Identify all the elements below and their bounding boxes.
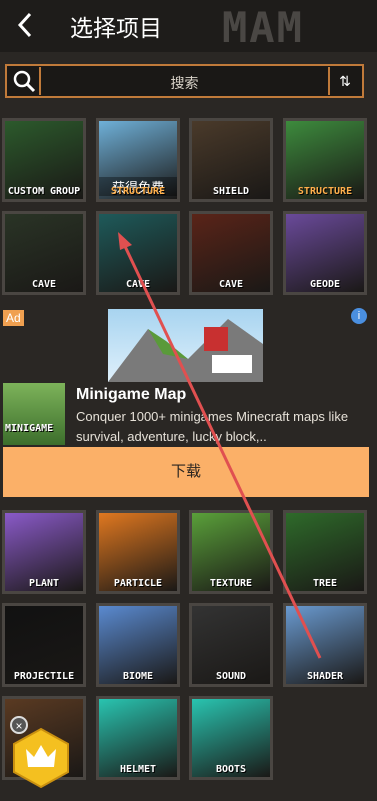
ad-info-icon[interactable]: i [351, 308, 367, 324]
category-tile[interactable]: TEXTURE [189, 510, 273, 594]
sort-icon[interactable]: ⇅ [328, 67, 360, 95]
search-bar[interactable]: 搜索 ⇅ [5, 64, 364, 98]
category-tile[interactable]: SOUND [189, 603, 273, 687]
category-tile[interactable]: PARTICLE [96, 510, 180, 594]
ad-badge: Ad [3, 310, 24, 326]
ad-thumbnail-text: MINIGAME [5, 423, 54, 434]
tile-label: CAVE [125, 279, 151, 290]
tile-label: CAVE [218, 279, 244, 290]
page-title: 选择项目 [70, 15, 162, 41]
tile-label: TREE [312, 578, 338, 589]
category-tile[interactable]: GEODE [283, 211, 367, 295]
tile-label: STRUCTURE [110, 186, 166, 197]
top-bar: 选择项目 MAM [0, 0, 377, 52]
category-tile[interactable]: CAVE [189, 211, 273, 295]
ad-description: Conquer 1000+ minigames Minecraft maps l… [76, 409, 349, 444]
tile-label: HELMET [119, 764, 157, 775]
tile-label: CAVE [31, 279, 57, 290]
tile-label: STRUCTURE [297, 186, 353, 197]
ad-download-button[interactable]: 下载 [3, 447, 369, 497]
tile-label: BIOME [122, 671, 154, 682]
tile-label: PLANT [28, 578, 60, 589]
category-tile[interactable]: SHIELD [189, 118, 273, 202]
tile-label: CUSTOM GROUP [7, 186, 81, 197]
category-tile[interactable]: CAVE [96, 211, 180, 295]
ad-app-thumbnail[interactable]: MINIGAME [3, 383, 65, 445]
category-tile[interactable]: CAVE [2, 211, 86, 295]
tile-label: SHIELD [212, 186, 250, 197]
category-tile[interactable]: BOOTS [189, 696, 273, 780]
tile-label: SHADER [306, 671, 344, 682]
tile-label: GEODE [309, 279, 341, 290]
category-tile[interactable]: CUSTOM GROUP [2, 118, 86, 202]
tile-label: BOOTS [215, 764, 247, 775]
ad-title[interactable]: Minigame Map [76, 386, 186, 404]
category-tile[interactable]: TREE [283, 510, 367, 594]
category-tile[interactable]: SHADER [283, 603, 367, 687]
tile-label: PROJECTILE [13, 671, 75, 682]
category-tile[interactable]: BIOME [96, 603, 180, 687]
background-deco-text: MAM [222, 3, 304, 52]
search-input[interactable]: 搜索 [7, 73, 362, 93]
category-tile[interactable]: 获得免费 STRUCTURE [96, 118, 180, 202]
category-tile[interactable]: PLANT [2, 510, 86, 594]
category-tile[interactable]: PROJECTILE [2, 603, 86, 687]
crown-icon[interactable] [12, 727, 70, 789]
category-tile[interactable]: HELMET [96, 696, 180, 780]
tile-label: PARTICLE [113, 578, 163, 589]
back-arrow-icon[interactable] [10, 10, 40, 40]
ad-banner-image[interactable] [108, 309, 263, 382]
tile-label: TEXTURE [209, 578, 253, 589]
tile-label: SOUND [215, 671, 247, 682]
category-tile[interactable]: STRUCTURE [283, 118, 367, 202]
